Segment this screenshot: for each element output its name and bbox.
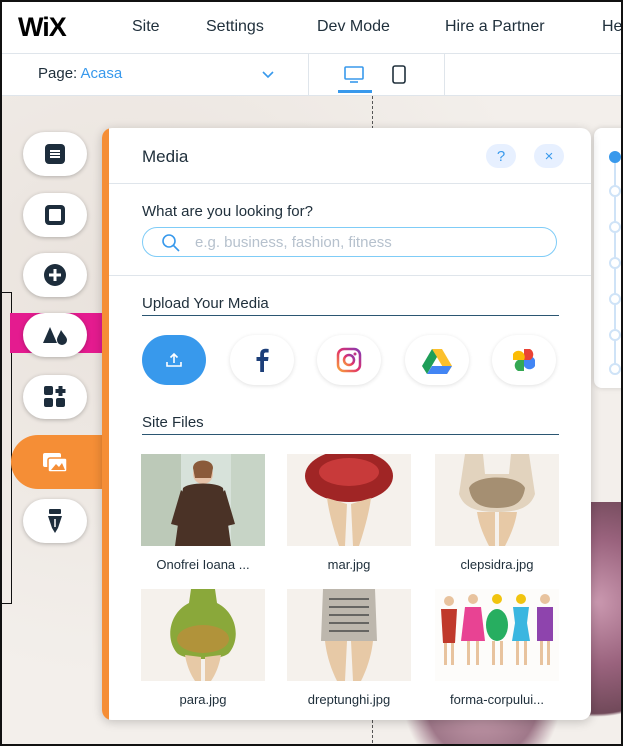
file-name: Onofrei Ioana ... (156, 557, 250, 572)
wix-logo[interactable]: WiX (18, 12, 67, 43)
menu-help[interactable]: He (602, 18, 621, 36)
upload-section-title: Upload Your Media (142, 295, 269, 312)
app-market-icon (44, 386, 66, 407)
design-icon (43, 327, 67, 345)
tool-background[interactable] (23, 193, 87, 237)
section-underline (142, 434, 559, 435)
desktop-icon[interactable] (341, 64, 367, 86)
menus-pages-icon (45, 144, 65, 164)
panel-accent-bar (102, 128, 109, 720)
woman-photo-image (141, 454, 265, 546)
google-photos-upload-button[interactable] (492, 335, 556, 385)
editor-window: WiX Site Settings Dev Mode Hire a Partne… (0, 0, 623, 746)
file-thumbnail[interactable] (435, 589, 559, 681)
page-selector[interactable]: Page: Acasa (38, 65, 122, 82)
file-name: forma-corpului... (450, 692, 544, 707)
tool-media[interactable] (23, 440, 87, 484)
file-thumbnail[interactable] (287, 454, 411, 546)
google-drive-upload-button[interactable] (405, 335, 469, 385)
site-files-section-title: Site Files (142, 414, 204, 431)
tool-menus-pages[interactable] (23, 132, 87, 176)
background-icon (45, 205, 65, 225)
chevron-down-icon[interactable] (260, 66, 276, 82)
instagram-icon (336, 347, 362, 373)
panel-header: Media ? × (109, 128, 591, 184)
section-underline (142, 315, 559, 316)
page-selector-value: Acasa (80, 65, 123, 82)
tool-design[interactable] (23, 313, 87, 357)
anchor-dot[interactable] (609, 363, 621, 375)
rectangle-shape-illustration-image (287, 589, 411, 681)
anchor-dot-active[interactable] (609, 151, 621, 163)
menu-site[interactable]: Site (132, 18, 160, 36)
menu-settings[interactable]: Settings (206, 18, 264, 36)
file-name: clepsidra.jpg (460, 557, 534, 572)
media-icon (43, 453, 68, 473)
media-panel: Media ? × What are you looking for? Uplo… (102, 128, 591, 720)
file-name: mar.jpg (327, 557, 371, 572)
panel-title: Media (142, 147, 189, 166)
page-selector-prefix: Page: (38, 65, 81, 82)
top-menu-bar: WiX Site Settings Dev Mode Hire a Partne… (2, 2, 621, 54)
body-shapes-illustration-image (435, 589, 559, 681)
file-name: dreptunghi.jpg (307, 692, 391, 707)
file-thumbnail[interactable] (287, 589, 411, 681)
search-box[interactable] (142, 227, 557, 257)
tool-app-market[interactable] (23, 375, 87, 419)
apple-shape-illustration-image (287, 454, 411, 546)
page-bar: Page: Acasa (2, 54, 621, 96)
google-drive-icon (422, 349, 452, 374)
divider (109, 275, 591, 276)
anchor-dot[interactable] (609, 293, 621, 305)
instagram-upload-button[interactable] (317, 335, 381, 385)
hourglass-shape-illustration-image (435, 454, 559, 546)
pear-shape-illustration-image (141, 589, 265, 681)
divider (308, 54, 309, 96)
menu-dev-mode[interactable]: Dev Mode (317, 18, 390, 36)
tool-add[interactable] (23, 253, 87, 297)
tool-blog[interactable] (23, 499, 87, 543)
upload-icon (166, 352, 182, 367)
google-photos-icon (513, 349, 535, 371)
facebook-upload-button[interactable] (230, 335, 294, 385)
close-button[interactable]: × (534, 144, 564, 168)
search-icon (162, 234, 180, 252)
menu-hire-a-partner[interactable]: Hire a Partner (445, 18, 545, 36)
file-thumbnail[interactable] (435, 454, 559, 546)
active-device-indicator (338, 90, 372, 93)
file-thumbnail[interactable] (141, 454, 265, 546)
search-label: What are you looking for? (142, 203, 313, 220)
file-thumbnail[interactable] (141, 589, 265, 681)
mobile-icon[interactable] (390, 64, 408, 86)
anchor-dot[interactable] (609, 185, 621, 197)
anchor-dot[interactable] (609, 257, 621, 269)
search-input[interactable] (195, 232, 545, 252)
facebook-icon (256, 348, 269, 372)
anchor-dot[interactable] (609, 329, 621, 341)
help-button[interactable]: ? (486, 144, 516, 168)
anchor-dot[interactable] (609, 221, 621, 233)
upload-button[interactable] (142, 335, 206, 385)
divider (444, 54, 445, 96)
blog-icon (48, 509, 62, 533)
file-name: para.jpg (179, 692, 227, 707)
add-icon (44, 264, 66, 286)
